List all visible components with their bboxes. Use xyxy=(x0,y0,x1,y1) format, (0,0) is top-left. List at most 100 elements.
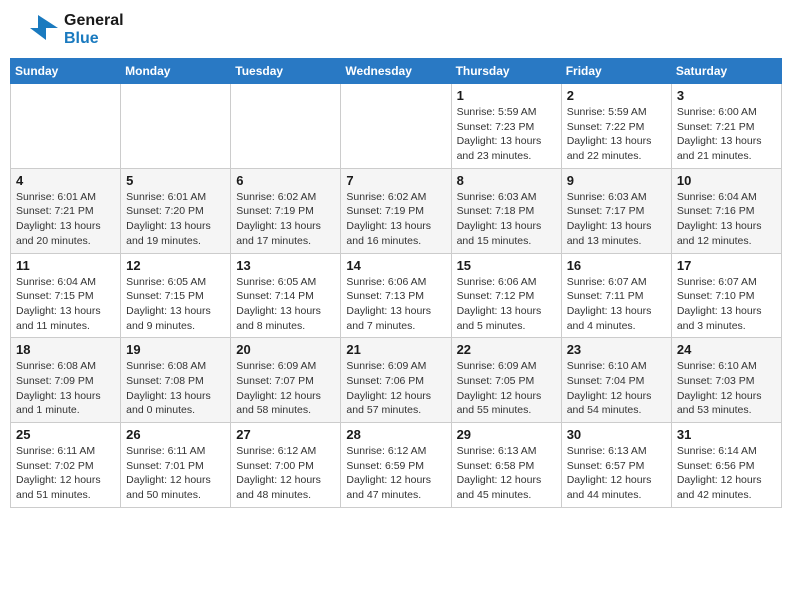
day-info: Sunrise: 6:03 AMSunset: 7:18 PMDaylight:… xyxy=(457,190,556,249)
day-number: 31 xyxy=(677,427,776,442)
calendar-cell: 4 Sunrise: 6:01 AMSunset: 7:21 PMDaylight… xyxy=(11,168,121,253)
calendar-cell: 28 Sunrise: 6:12 AMSunset: 6:59 PMDayligh… xyxy=(341,423,451,508)
day-info: Sunrise: 6:12 AMSunset: 6:59 PMDaylight:… xyxy=(346,444,445,503)
day-number: 9 xyxy=(567,173,666,188)
day-number: 7 xyxy=(346,173,445,188)
day-number: 22 xyxy=(457,342,556,357)
logo: GeneralBlue xyxy=(10,10,124,50)
day-number: 4 xyxy=(16,173,115,188)
day-info: Sunrise: 6:06 AMSunset: 7:13 PMDaylight:… xyxy=(346,275,445,334)
calendar-cell: 2 Sunrise: 5:59 AMSunset: 7:22 PMDaylight… xyxy=(561,84,671,169)
day-info: Sunrise: 6:04 AMSunset: 7:15 PMDaylight:… xyxy=(16,275,115,334)
calendar-cell: 16Sunrise: 6:07 AMSunset: 7:11 PMDayligh… xyxy=(561,253,671,338)
day-info: Sunrise: 6:11 AMSunset: 7:02 PMDaylight:… xyxy=(16,444,115,503)
calendar-week-3: 11 Sunrise: 6:04 AMSunset: 7:15 PMDayligh… xyxy=(11,253,782,338)
day-info: Sunrise: 6:10 AMSunset: 7:04 PMDaylight:… xyxy=(567,359,666,418)
calendar-week-2: 4 Sunrise: 6:01 AMSunset: 7:21 PMDaylight… xyxy=(11,168,782,253)
calendar-cell xyxy=(11,84,121,169)
day-number: 5 xyxy=(126,173,225,188)
calendar-cell xyxy=(341,84,451,169)
day-info: Sunrise: 6:04 AMSunset: 7:16 PMDaylight:… xyxy=(677,190,776,249)
day-info: Sunrise: 6:09 AMSunset: 7:05 PMDaylight:… xyxy=(457,359,556,418)
day-info: Sunrise: 6:09 AMSunset: 7:07 PMDaylight:… xyxy=(236,359,335,418)
calendar-cell: 7 Sunrise: 6:02 AMSunset: 7:19 PMDaylight… xyxy=(341,168,451,253)
day-number: 25 xyxy=(16,427,115,442)
calendar-week-1: 1 Sunrise: 5:59 AMSunset: 7:23 PMDaylight… xyxy=(11,84,782,169)
calendar-cell: 20 Sunrise: 6:09 AMSunset: 7:07 PMDayligh… xyxy=(231,338,341,423)
day-number: 18 xyxy=(16,342,115,357)
day-number: 19 xyxy=(126,342,225,357)
calendar-cell: 25 Sunrise: 6:11 AMSunset: 7:02 PMDayligh… xyxy=(11,423,121,508)
weekday-header-thursday: Thursday xyxy=(451,59,561,84)
day-number: 23 xyxy=(567,342,666,357)
day-number: 21 xyxy=(346,342,445,357)
day-number: 27 xyxy=(236,427,335,442)
weekday-row: SundayMondayTuesdayWednesdayThursdayFrid… xyxy=(11,59,782,84)
weekday-header-sunday: Sunday xyxy=(11,59,121,84)
calendar-cell: 24 Sunrise: 6:10 AMSunset: 7:03 PMDayligh… xyxy=(671,338,781,423)
calendar-cell: 30 Sunrise: 6:13 AMSunset: 6:57 PMDayligh… xyxy=(561,423,671,508)
calendar-cell: 1 Sunrise: 5:59 AMSunset: 7:23 PMDaylight… xyxy=(451,84,561,169)
calendar-cell: 5 Sunrise: 6:01 AMSunset: 7:20 PMDaylight… xyxy=(121,168,231,253)
day-info: Sunrise: 6:14 AMSunset: 6:56 PMDaylight:… xyxy=(677,444,776,503)
day-number: 15 xyxy=(457,258,556,273)
calendar-cell: 26 Sunrise: 6:11 AMSunset: 7:01 PMDayligh… xyxy=(121,423,231,508)
calendar-cell: 8 Sunrise: 6:03 AMSunset: 7:18 PMDaylight… xyxy=(451,168,561,253)
day-info: Sunrise: 6:12 AMSunset: 7:00 PMDaylight:… xyxy=(236,444,335,503)
calendar-cell: 17 Sunrise: 6:07 AMSunset: 7:10 PMDayligh… xyxy=(671,253,781,338)
day-number: 14 xyxy=(346,258,445,273)
day-number: 11 xyxy=(16,258,115,273)
day-info: Sunrise: 6:01 AMSunset: 7:20 PMDaylight:… xyxy=(126,190,225,249)
calendar-cell: 27 Sunrise: 6:12 AMSunset: 7:00 PMDayligh… xyxy=(231,423,341,508)
calendar-cell: 10Sunrise: 6:04 AMSunset: 7:16 PMDayligh… xyxy=(671,168,781,253)
day-number: 13 xyxy=(236,258,335,273)
calendar-week-5: 25 Sunrise: 6:11 AMSunset: 7:02 PMDayligh… xyxy=(11,423,782,508)
calendar-cell: 15Sunrise: 6:06 AMSunset: 7:12 PMDayligh… xyxy=(451,253,561,338)
calendar-cell xyxy=(231,84,341,169)
calendar-cell: 14 Sunrise: 6:06 AMSunset: 7:13 PMDayligh… xyxy=(341,253,451,338)
calendar-cell: 31 Sunrise: 6:14 AMSunset: 6:56 PMDayligh… xyxy=(671,423,781,508)
day-number: 1 xyxy=(457,88,556,103)
calendar-cell xyxy=(121,84,231,169)
calendar-header: SundayMondayTuesdayWednesdayThursdayFrid… xyxy=(11,59,782,84)
day-info: Sunrise: 6:01 AMSunset: 7:21 PMDaylight:… xyxy=(16,190,115,249)
day-number: 20 xyxy=(236,342,335,357)
calendar-cell: 13 Sunrise: 6:05 AMSunset: 7:14 PMDayligh… xyxy=(231,253,341,338)
day-info: Sunrise: 6:10 AMSunset: 7:03 PMDaylight:… xyxy=(677,359,776,418)
calendar-body: 1 Sunrise: 5:59 AMSunset: 7:23 PMDaylight… xyxy=(11,84,782,508)
day-number: 29 xyxy=(457,427,556,442)
calendar-cell: 18Sunrise: 6:08 AMSunset: 7:09 PMDayligh… xyxy=(11,338,121,423)
weekday-header-monday: Monday xyxy=(121,59,231,84)
weekday-header-tuesday: Tuesday xyxy=(231,59,341,84)
day-info: Sunrise: 6:02 AMSunset: 7:19 PMDaylight:… xyxy=(346,190,445,249)
day-number: 26 xyxy=(126,427,225,442)
calendar-cell: 21Sunrise: 6:09 AMSunset: 7:06 PMDayligh… xyxy=(341,338,451,423)
day-info: Sunrise: 6:00 AMSunset: 7:21 PMDaylight:… xyxy=(677,105,776,164)
day-info: Sunrise: 5:59 AMSunset: 7:22 PMDaylight:… xyxy=(567,105,666,164)
day-info: Sunrise: 6:08 AMSunset: 7:08 PMDaylight:… xyxy=(126,359,225,418)
day-info: Sunrise: 6:05 AMSunset: 7:15 PMDaylight:… xyxy=(126,275,225,334)
calendar-table: SundayMondayTuesdayWednesdayThursdayFrid… xyxy=(10,58,782,508)
day-info: Sunrise: 6:11 AMSunset: 7:01 PMDaylight:… xyxy=(126,444,225,503)
day-info: Sunrise: 6:05 AMSunset: 7:14 PMDaylight:… xyxy=(236,275,335,334)
logo-icon xyxy=(10,10,60,50)
day-number: 12 xyxy=(126,258,225,273)
day-number: 17 xyxy=(677,258,776,273)
day-number: 6 xyxy=(236,173,335,188)
day-number: 28 xyxy=(346,427,445,442)
weekday-header-saturday: Saturday xyxy=(671,59,781,84)
day-info: Sunrise: 5:59 AMSunset: 7:23 PMDaylight:… xyxy=(457,105,556,164)
day-number: 24 xyxy=(677,342,776,357)
calendar-cell: 3Sunrise: 6:00 AMSunset: 7:21 PMDaylight… xyxy=(671,84,781,169)
day-number: 2 xyxy=(567,88,666,103)
weekday-header-friday: Friday xyxy=(561,59,671,84)
calendar-cell: 12 Sunrise: 6:05 AMSunset: 7:15 PMDayligh… xyxy=(121,253,231,338)
day-info: Sunrise: 6:07 AMSunset: 7:10 PMDaylight:… xyxy=(677,275,776,334)
weekday-header-wednesday: Wednesday xyxy=(341,59,451,84)
day-info: Sunrise: 6:13 AMSunset: 6:57 PMDaylight:… xyxy=(567,444,666,503)
day-info: Sunrise: 6:07 AMSunset: 7:11 PMDaylight:… xyxy=(567,275,666,334)
day-number: 30 xyxy=(567,427,666,442)
calendar-cell: 9Sunrise: 6:03 AMSunset: 7:17 PMDaylight… xyxy=(561,168,671,253)
calendar-cell: 23 Sunrise: 6:10 AMSunset: 7:04 PMDayligh… xyxy=(561,338,671,423)
day-number: 8 xyxy=(457,173,556,188)
